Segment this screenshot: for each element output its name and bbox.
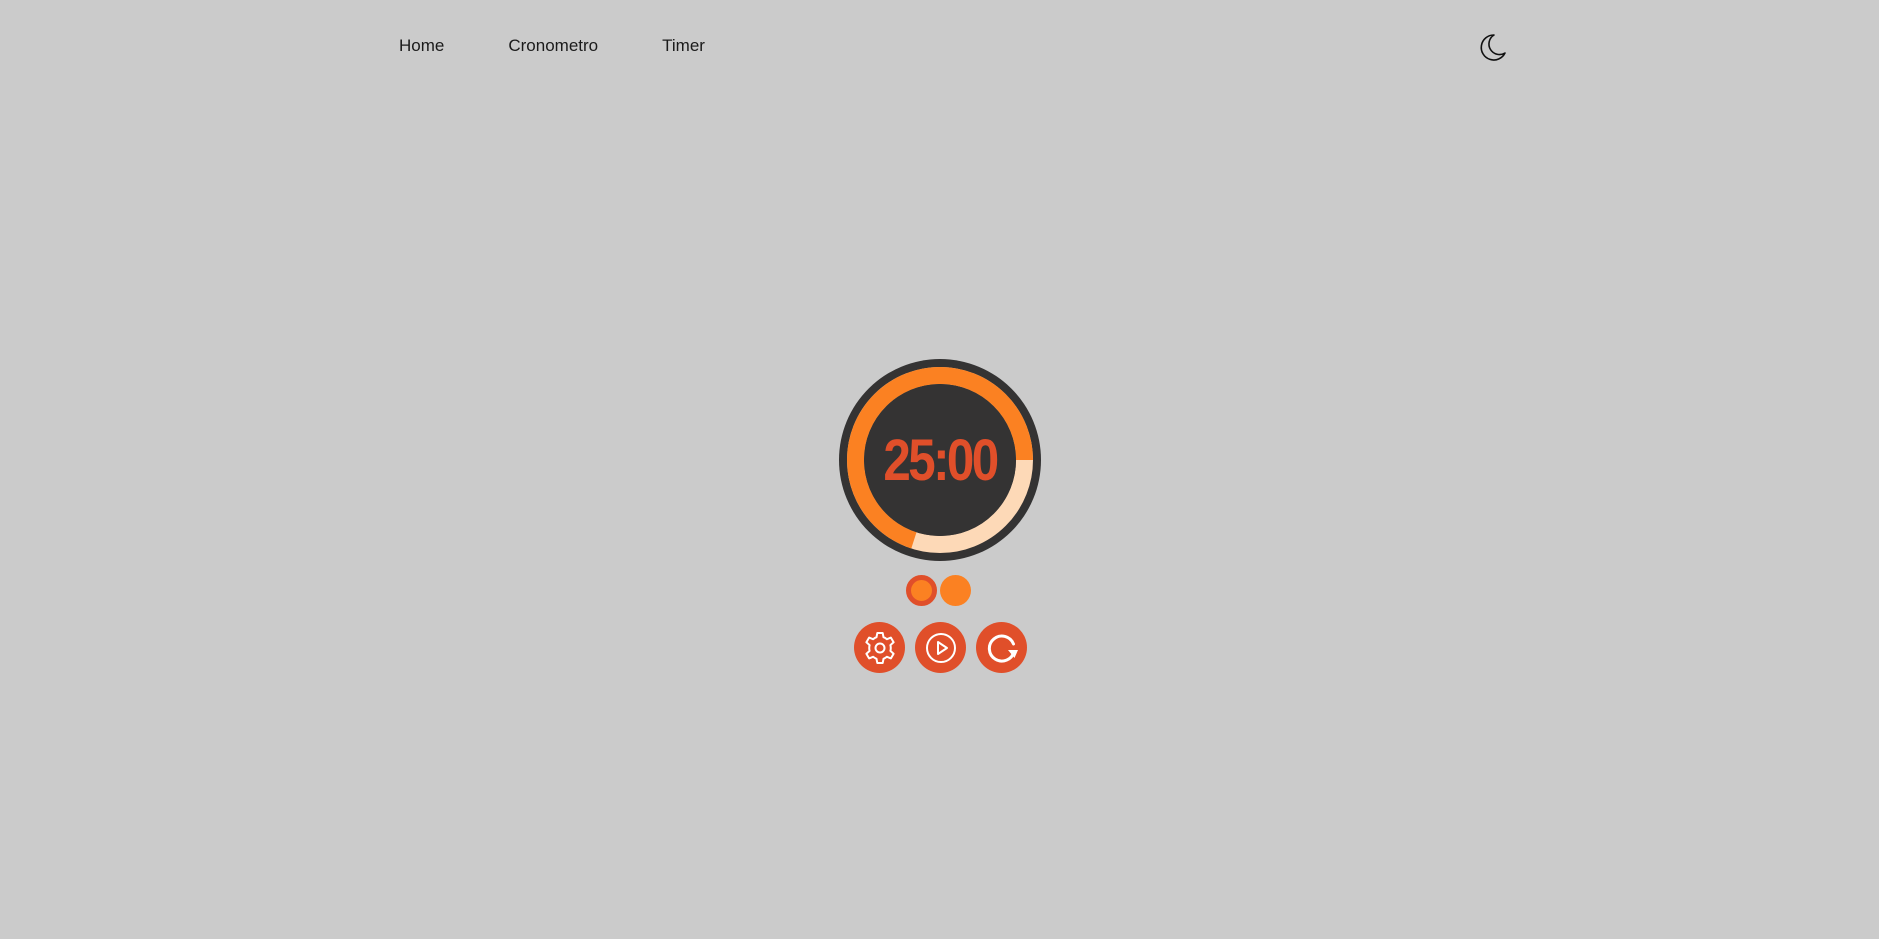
mode-break-dot[interactable] <box>940 575 971 606</box>
timer-display: 25:00 <box>883 427 999 493</box>
moon-icon <box>1480 34 1506 61</box>
theme-toggle-button[interactable] <box>1474 30 1508 64</box>
reset-button[interactable] <box>976 622 1027 673</box>
nav-timer[interactable]: Timer <box>662 34 705 58</box>
timer-controls <box>854 622 1027 673</box>
nav-home[interactable]: Home <box>399 34 444 58</box>
reset-icon <box>987 634 1018 663</box>
play-button[interactable] <box>915 622 966 673</box>
mode-selector <box>906 575 971 606</box>
nav-cronometro[interactable]: Cronometro <box>508 34 598 58</box>
top-nav: Home Cronometro Timer <box>399 34 769 58</box>
mode-focus-dot[interactable] <box>906 575 937 606</box>
timer-dial: 25:00 <box>838 358 1042 562</box>
page: Home Cronometro Timer 25:00 <box>0 0 1879 939</box>
gear-icon <box>864 631 895 664</box>
play-icon <box>925 632 956 663</box>
settings-button[interactable] <box>854 622 905 673</box>
